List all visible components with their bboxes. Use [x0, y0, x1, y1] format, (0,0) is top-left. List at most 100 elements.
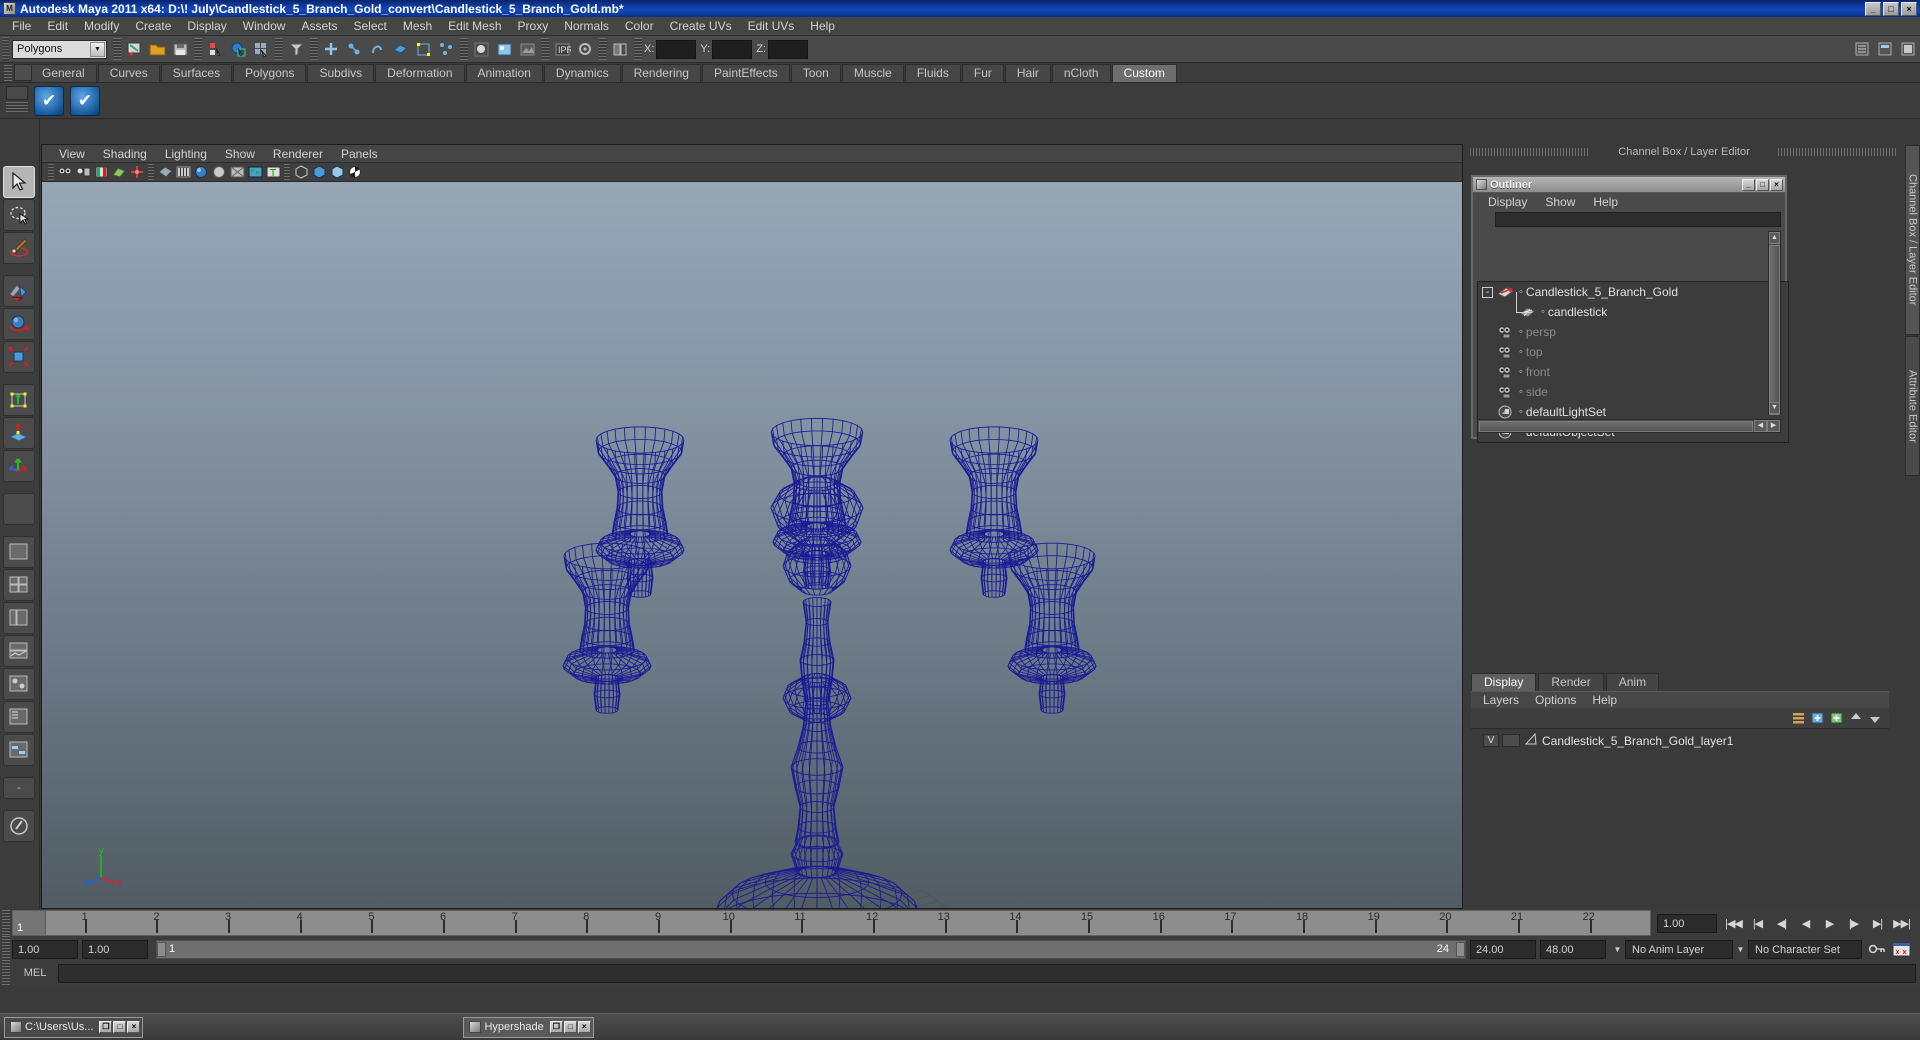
- shelf-tab-subdivs[interactable]: Subdivs: [307, 64, 375, 82]
- step-back-key-button[interactable]: ◀|: [1771, 914, 1792, 933]
- menu-normals[interactable]: Normals: [556, 17, 617, 35]
- step-forward-key-button[interactable]: |▶: [1843, 914, 1864, 933]
- range-start-handle[interactable]: [157, 941, 166, 957]
- save-scene-icon[interactable]: [170, 39, 191, 60]
- viewport-toolbar-grip[interactable]: [48, 164, 54, 180]
- shelf-tab-fur[interactable]: Fur: [961, 64, 1004, 82]
- perspective-viewport[interactable]: y z x: [42, 182, 1462, 908]
- textured-shading-icon[interactable]: [247, 164, 263, 180]
- outliner-menu-help[interactable]: Help: [1584, 195, 1627, 209]
- shelf-tab-deformation[interactable]: Deformation: [375, 64, 465, 82]
- viewport-menu-show[interactable]: Show: [216, 146, 264, 162]
- y-coord-field[interactable]: [712, 39, 753, 59]
- console-window[interactable]: C:\Users\Us... ❐ □ ×: [4, 1016, 144, 1038]
- menu-create-uvs[interactable]: Create UVs: [662, 17, 740, 35]
- lasso-select-tool[interactable]: [3, 199, 35, 231]
- shelf-tab-surfaces[interactable]: Surfaces: [160, 64, 233, 82]
- toolbar-grip[interactable]: [2, 37, 9, 61]
- shelf-tab-grip[interactable]: [4, 65, 12, 81]
- outliner-scroll-thumb[interactable]: [1769, 245, 1780, 415]
- snap-to-view-plane-icon[interactable]: [413, 39, 434, 60]
- z-coord-field[interactable]: [767, 39, 808, 59]
- console-window-close-button[interactable]: ×: [127, 1021, 141, 1033]
- menuset-selector[interactable]: Polygons ▼: [12, 39, 107, 59]
- paint-select-tool[interactable]: [3, 232, 35, 264]
- select-object-icon[interactable]: [205, 39, 226, 60]
- outliner-row[interactable]: - ◦ Candlestick_5_Branch_Gold: [1478, 282, 1788, 302]
- step-back-frame-button[interactable]: |◀: [1747, 914, 1768, 933]
- menu-color[interactable]: Color: [617, 17, 662, 35]
- animation-start-field[interactable]: 1.00: [12, 939, 78, 959]
- shelf-tab-muscle[interactable]: Muscle: [841, 64, 904, 82]
- select-component-icon[interactable]: [228, 39, 249, 60]
- outliner-minimize-button[interactable]: _: [1742, 178, 1755, 191]
- single-perspective-layout[interactable]: [3, 536, 35, 568]
- layer-sort-icon[interactable]: [1792, 711, 1807, 725]
- smooth-shade-icon[interactable]: [193, 164, 209, 180]
- outliner-menu-display[interactable]: Display: [1479, 195, 1536, 209]
- select-by-hierarchy-icon[interactable]: [124, 39, 145, 60]
- menu-modify[interactable]: Modify: [76, 17, 127, 35]
- layer-menu-options[interactable]: Options: [1527, 693, 1584, 707]
- animation-end-field[interactable]: 48.00: [1540, 939, 1606, 959]
- toggle-sidebar-icon[interactable]: [610, 39, 631, 60]
- render-settings-icon[interactable]: [517, 39, 538, 60]
- hierarchy-filter-icon[interactable]: [286, 39, 307, 60]
- layer-editor-tab-display[interactable]: Display: [1471, 673, 1537, 691]
- outliner-titlebar[interactable]: Outliner _ □ ×: [1473, 177, 1785, 193]
- scroll-left-arrow-icon[interactable]: ◀: [1754, 420, 1767, 432]
- layer-editor-tab-render[interactable]: Render: [1538, 673, 1604, 691]
- hypershade-persp-layout[interactable]: [3, 668, 35, 700]
- vertical-tab-channel-box-layer-editor[interactable]: Channel Box / Layer Editor: [1905, 145, 1920, 335]
- two-d-pan-zoom-icon[interactable]: [129, 164, 145, 180]
- range-end-field[interactable]: 24.00: [1470, 939, 1536, 959]
- render-view-icon[interactable]: [494, 39, 515, 60]
- layer-list[interactable]: V Candlestick_5_Branch_Gold_layer1: [1471, 728, 1889, 838]
- shelf-tab-polygons[interactable]: Polygons: [233, 64, 307, 82]
- scroll-down-arrow-icon[interactable]: ▼: [1769, 402, 1780, 414]
- outliner-menu-show[interactable]: Show: [1536, 195, 1584, 209]
- persp-outliner-layout[interactable]: [3, 602, 35, 634]
- current-time-field[interactable]: 1.00: [1657, 913, 1717, 933]
- scroll-up-arrow-icon[interactable]: ▲: [1769, 232, 1780, 244]
- shelf-options-button[interactable]: [6, 86, 28, 100]
- time-slider-grip[interactable]: [2, 910, 10, 936]
- outliner-maximize-button[interactable]: □: [1756, 178, 1769, 191]
- persp-graph-layout[interactable]: [3, 635, 35, 667]
- outliner-persp-layout[interactable]: [3, 701, 35, 733]
- open-scene-icon[interactable]: [147, 39, 168, 60]
- menu-select[interactable]: Select: [345, 17, 394, 35]
- soft-modification-tool[interactable]: [3, 417, 35, 449]
- anim-layer-chevron-down-icon[interactable]: ▼: [1610, 941, 1625, 958]
- hypershade-window-restore-button[interactable]: ❐: [549, 1021, 563, 1033]
- layer-new-icon[interactable]: [1811, 711, 1826, 725]
- chevron-down-icon[interactable]: ▼: [90, 41, 105, 57]
- console-window-restore-button[interactable]: ❐: [99, 1021, 113, 1033]
- animation-preferences-icon[interactable]: [1892, 942, 1914, 957]
- layer-move-down-icon[interactable]: [1868, 711, 1883, 725]
- range-start-field[interactable]: 1.00: [82, 939, 148, 959]
- outliner-expander-icon[interactable]: -: [1482, 286, 1493, 298]
- select-camera-icon[interactable]: [57, 164, 73, 180]
- shelf-row-grip[interactable]: [6, 102, 28, 114]
- hypershade-window[interactable]: Hypershade ❐ □ ×: [463, 1016, 594, 1038]
- make-live-icon[interactable]: [436, 39, 457, 60]
- scale-tool[interactable]: [3, 341, 35, 373]
- last-tool-used[interactable]: [3, 493, 35, 525]
- smooth-shade-all-icon[interactable]: [175, 164, 191, 180]
- universal-manipulator[interactable]: [3, 384, 35, 416]
- play-backwards-button[interactable]: ◀: [1795, 914, 1816, 933]
- panel-grip-left[interactable]: [1470, 148, 1590, 156]
- console-window-maximize-button[interactable]: □: [113, 1021, 127, 1033]
- select-by-component-type-icon[interactable]: [251, 39, 272, 60]
- outliner-row[interactable]: ◦ side: [1478, 382, 1788, 402]
- maximize-button[interactable]: □: [1883, 1, 1899, 16]
- shelf-tab-custom[interactable]: Custom: [1111, 64, 1177, 82]
- layer-menu-layers[interactable]: Layers: [1475, 693, 1527, 707]
- hypershade-window-close-button[interactable]: ×: [577, 1021, 591, 1033]
- camera-attributes-icon[interactable]: [75, 164, 91, 180]
- layer-move-up-icon[interactable]: [1849, 711, 1864, 725]
- go-to-start-button[interactable]: |◀◀: [1723, 914, 1744, 933]
- play-forwards-button[interactable]: ▶: [1819, 914, 1840, 933]
- x-coord-field[interactable]: [656, 39, 697, 59]
